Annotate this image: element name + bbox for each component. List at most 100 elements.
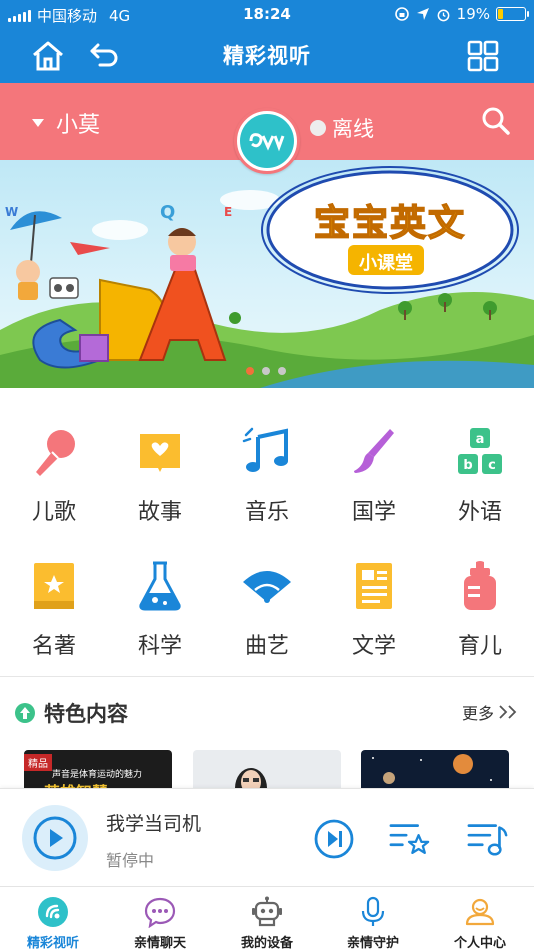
user-switcher[interactable]: 小莫: [32, 107, 100, 139]
fan-icon: [237, 556, 297, 616]
next-track-icon: [314, 819, 354, 859]
category-nursery-rhymes[interactable]: 儿歌: [4, 422, 104, 526]
chat-bubble-icon: [143, 895, 177, 929]
flask-icon: [130, 556, 190, 616]
featured-title-group: 特色内容: [14, 698, 128, 728]
playback-state: 暂停中: [106, 851, 155, 870]
up-arrow-icon: [15, 703, 35, 723]
page-dot-1[interactable]: [246, 367, 254, 375]
svg-text:Q: Q: [160, 202, 175, 223]
space-image: [372, 754, 492, 784]
track-title: 我学当司机: [106, 813, 202, 835]
more-label: 更多: [461, 704, 494, 723]
next-track-button[interactable]: [313, 818, 355, 860]
category-label: 音乐: [244, 500, 289, 525]
playlist-star-icon: [389, 824, 430, 854]
featured-list: 精品 声音是体育运动的魅力 英雄智慧: [0, 750, 534, 790]
nav-bar: 精彩视听: [0, 28, 534, 83]
app-logo: [234, 108, 300, 174]
category-classics[interactable]: 名著: [4, 556, 104, 660]
status-dot: [310, 120, 326, 136]
status-icons: 19%: [394, 5, 529, 23]
tab-device[interactable]: 我的设备: [214, 895, 320, 950]
tab-media[interactable]: 精彩视听: [0, 895, 106, 950]
tab-label: 亲情守护: [346, 936, 399, 950]
category-label: 外语: [457, 500, 502, 525]
robot-icon: [250, 895, 284, 929]
page-dot-3[interactable]: [278, 367, 286, 375]
category-label: 文学: [351, 634, 396, 659]
double-chevron-right-icon: [499, 705, 517, 719]
banner-title: 宝宝英文: [313, 202, 466, 245]
tab-label: 精彩视听: [26, 936, 79, 950]
category-chinese-classics[interactable]: 国学: [324, 422, 424, 526]
category-music[interactable]: 音乐: [217, 422, 317, 526]
featured-title: 特色内容: [44, 702, 128, 726]
dropdown-arrow-icon: [32, 119, 44, 127]
category-literature[interactable]: 文学: [324, 556, 424, 660]
rotation-lock-icon: [394, 7, 409, 21]
microphone-icon: [24, 422, 84, 482]
tab-label: 我的设备: [240, 936, 293, 950]
book-star-icon: [24, 556, 84, 616]
category-parenting[interactable]: 育儿: [430, 556, 530, 660]
category-label: 曲艺: [244, 634, 289, 659]
play-icon: [33, 816, 77, 860]
section-divider: [0, 676, 534, 677]
battery-icon: [496, 7, 529, 21]
more-link[interactable]: 更多: [462, 700, 520, 724]
grid-menu-button[interactable]: [465, 38, 501, 74]
category-label: 育儿: [457, 634, 502, 659]
favorite-list-button[interactable]: [389, 818, 431, 860]
featured-card-2[interactable]: [193, 750, 341, 790]
svg-text:b: b: [463, 458, 472, 473]
featured-section-header: 特色内容 更多: [0, 690, 534, 734]
tab-guardian[interactable]: 亲情守护: [320, 895, 426, 950]
logo-icon: [240, 114, 294, 168]
tab-chat[interactable]: 亲情聊天: [107, 895, 213, 950]
svg-text:c: c: [488, 458, 496, 473]
grid-icon: [467, 40, 499, 72]
tab-profile[interactable]: 个人中心: [427, 895, 533, 950]
microphone-icon: [356, 895, 390, 929]
category-label: 儿歌: [31, 500, 76, 525]
alarm-icon: [437, 9, 450, 21]
music-note-icon: [237, 422, 297, 482]
category-stories[interactable]: 故事: [110, 422, 210, 526]
radio-wave-icon: [36, 895, 70, 929]
page-title: 精彩视听: [223, 44, 311, 68]
search-icon: [482, 107, 510, 135]
page-dot-2[interactable]: [262, 367, 270, 375]
banner-subtitle: 小课堂: [359, 253, 413, 274]
category-label: 科学: [137, 634, 182, 659]
playlist-icon: [467, 824, 508, 856]
playlist-button[interactable]: [467, 818, 509, 860]
abc-blocks-icon: ab c: [450, 422, 510, 482]
featured-card-3[interactable]: [361, 750, 509, 790]
category-folk-arts[interactable]: 曲艺: [217, 556, 317, 660]
premium-badge: 精品: [24, 754, 52, 771]
status-text: 离线: [332, 117, 374, 141]
location-icon: [416, 8, 429, 20]
category-label: 国学: [351, 500, 396, 525]
category-label: 名著: [31, 634, 76, 659]
storybook-icon: [130, 422, 190, 482]
device-status: 离线: [310, 113, 374, 143]
svg-text:W: W: [5, 205, 18, 219]
search-button[interactable]: [480, 105, 512, 137]
status-bar: 中国移动 4G 18:24 19%: [0, 0, 534, 28]
battery-percent: 19%: [456, 5, 490, 23]
mini-player: 我学当司机 暂停中: [0, 788, 534, 886]
portrait-image: [235, 768, 267, 790]
user-name: 小莫: [56, 113, 101, 138]
tab-label: 个人中心: [453, 936, 506, 950]
category-science[interactable]: 科学: [110, 556, 210, 660]
tab-bar: 精彩视听 亲情聊天 我的设备 亲情守护 个人中心: [0, 886, 534, 950]
svg-text:a: a: [476, 432, 485, 447]
promo-banner[interactable]: Q E W 宝宝英文 小课堂: [0, 160, 534, 388]
play-button[interactable]: [22, 805, 88, 871]
featured-card-1[interactable]: 精品 声音是体育运动的魅力 英雄智慧: [24, 750, 172, 790]
banner-pagination: [246, 367, 286, 375]
svg-text:E: E: [224, 205, 232, 219]
category-foreign-languages[interactable]: ab c 外语: [430, 422, 530, 526]
